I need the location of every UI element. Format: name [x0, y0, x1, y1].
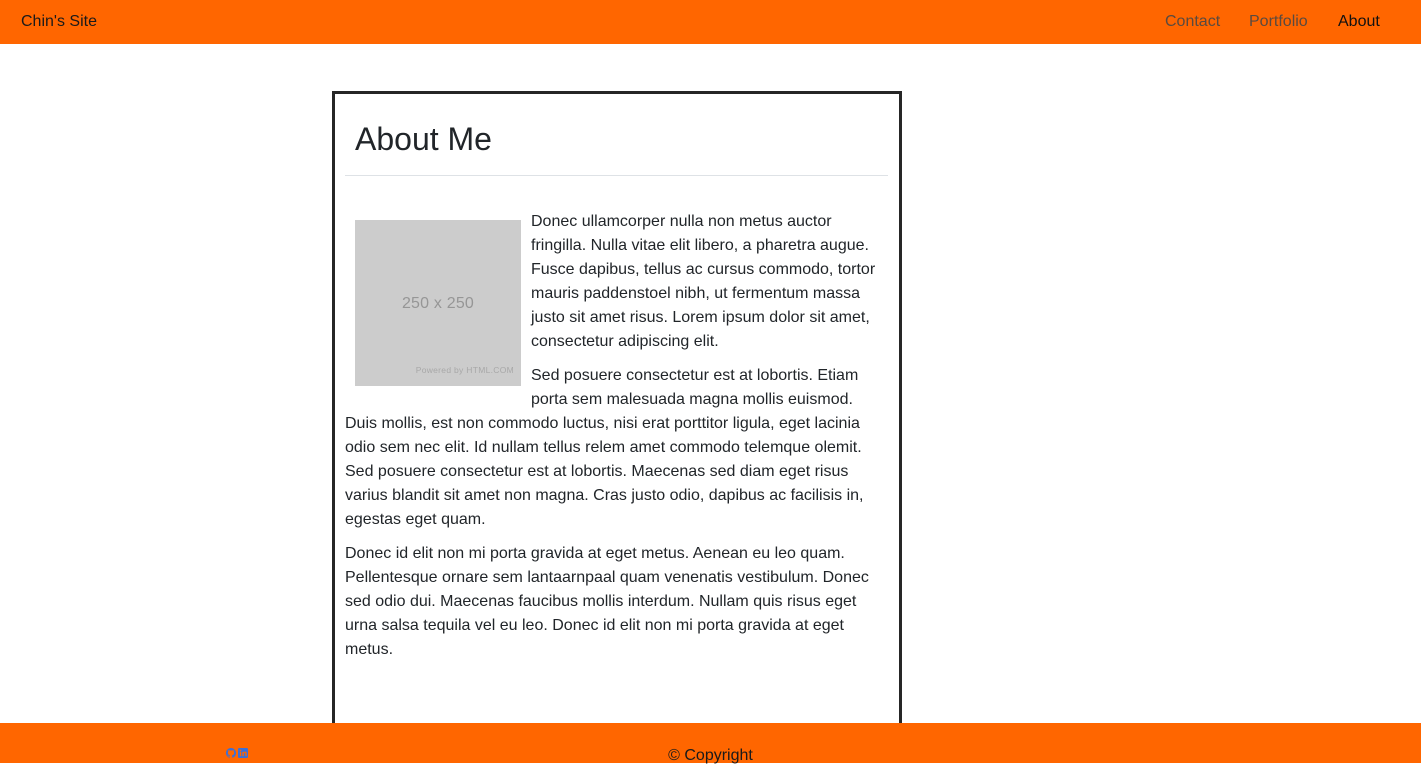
nav-link-contact[interactable]: Contact [1165, 12, 1220, 32]
about-content: 250 x 250 Powered by HTML.COM Donec ulla… [345, 210, 889, 672]
top-navbar: Chin's Site Contact Portfolio About [0, 0, 1421, 44]
nav-link-portfolio[interactable]: Portfolio [1249, 12, 1308, 32]
about-paragraph-3: Donec id elit non mi porta gravida at eg… [345, 545, 869, 658]
site-footer: © Copyright [0, 723, 1421, 764]
about-card: About Me 250 x 250 Powered by HTML.COM D… [332, 91, 902, 731]
page-title: About Me [355, 121, 492, 157]
title-divider [345, 175, 888, 176]
image-powered-by-label: Powered by HTML.COM [415, 365, 514, 375]
site-brand-link[interactable]: Chin's Site [21, 12, 97, 32]
nav-link-about[interactable]: About [1338, 12, 1380, 32]
about-paragraph-2: Sed posuere consectetur est at lobortis.… [345, 367, 864, 528]
copyright-text: © Copyright [668, 747, 753, 764]
image-dimensions-label: 250 x 250 [401, 295, 475, 312]
profile-placeholder-image: 250 x 250 Powered by HTML.COM [355, 220, 521, 386]
